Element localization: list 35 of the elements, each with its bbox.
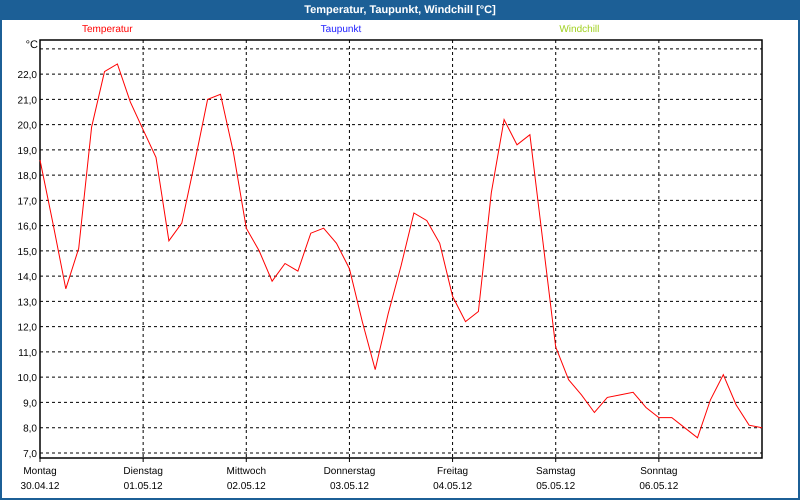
date-label: 05.05.12 bbox=[536, 481, 576, 492]
y-tick-label: 11,0 bbox=[18, 348, 37, 359]
y-tick-label: 20,0 bbox=[18, 120, 37, 132]
date-label: 01.05.12 bbox=[124, 481, 163, 492]
legend-label: Taupunkt bbox=[320, 24, 362, 34]
y-tick-label: 16,0 bbox=[18, 222, 37, 233]
date-label: 30.04.12 bbox=[20, 481, 60, 492]
weekday-label: Sonntag bbox=[640, 466, 678, 477]
weekday-label: Dienstag bbox=[123, 466, 163, 477]
y-tick-label: 18,0 bbox=[18, 171, 37, 182]
y-tick-label: 7,0 bbox=[23, 448, 37, 460]
y-tick-label: 17,0 bbox=[18, 196, 37, 208]
y-tick-label: 9,0 bbox=[23, 398, 37, 410]
y-tick-label: 22,0 bbox=[18, 70, 37, 82]
y-tick-label: 13,0 bbox=[18, 297, 37, 308]
date-label: 03.05.12 bbox=[330, 481, 369, 492]
weekday-label: Mittwoch bbox=[226, 466, 266, 477]
y-tick-label: 8,0 bbox=[23, 424, 37, 435]
y-tick-label: 10,0 bbox=[18, 373, 37, 384]
weekday-label: Montag bbox=[23, 466, 57, 477]
weekday-label: Donnerstag bbox=[324, 466, 376, 477]
y-tick-label: 19,0 bbox=[18, 146, 37, 157]
date-label: 06.05.12 bbox=[639, 481, 678, 492]
weekday-label: Samstag bbox=[536, 466, 576, 477]
legend-label: Windchill bbox=[559, 24, 600, 34]
date-label: 04.05.12 bbox=[433, 481, 472, 492]
legend-label: Temperatur bbox=[82, 24, 134, 34]
y-tick-label: 12,0 bbox=[18, 322, 37, 334]
y-tick-label: 14,0 bbox=[18, 272, 37, 284]
date-label: 02.05.12 bbox=[226, 481, 266, 492]
y-tick-label: 15,0 bbox=[18, 246, 37, 258]
window-title: Temperatur, Taupunkt, Windchill [°C] bbox=[303, 3, 497, 18]
y-axis-unit: °C bbox=[26, 39, 38, 51]
y-tick-label: 21,0 bbox=[18, 95, 37, 106]
weekday-label: Freitag bbox=[437, 466, 468, 477]
